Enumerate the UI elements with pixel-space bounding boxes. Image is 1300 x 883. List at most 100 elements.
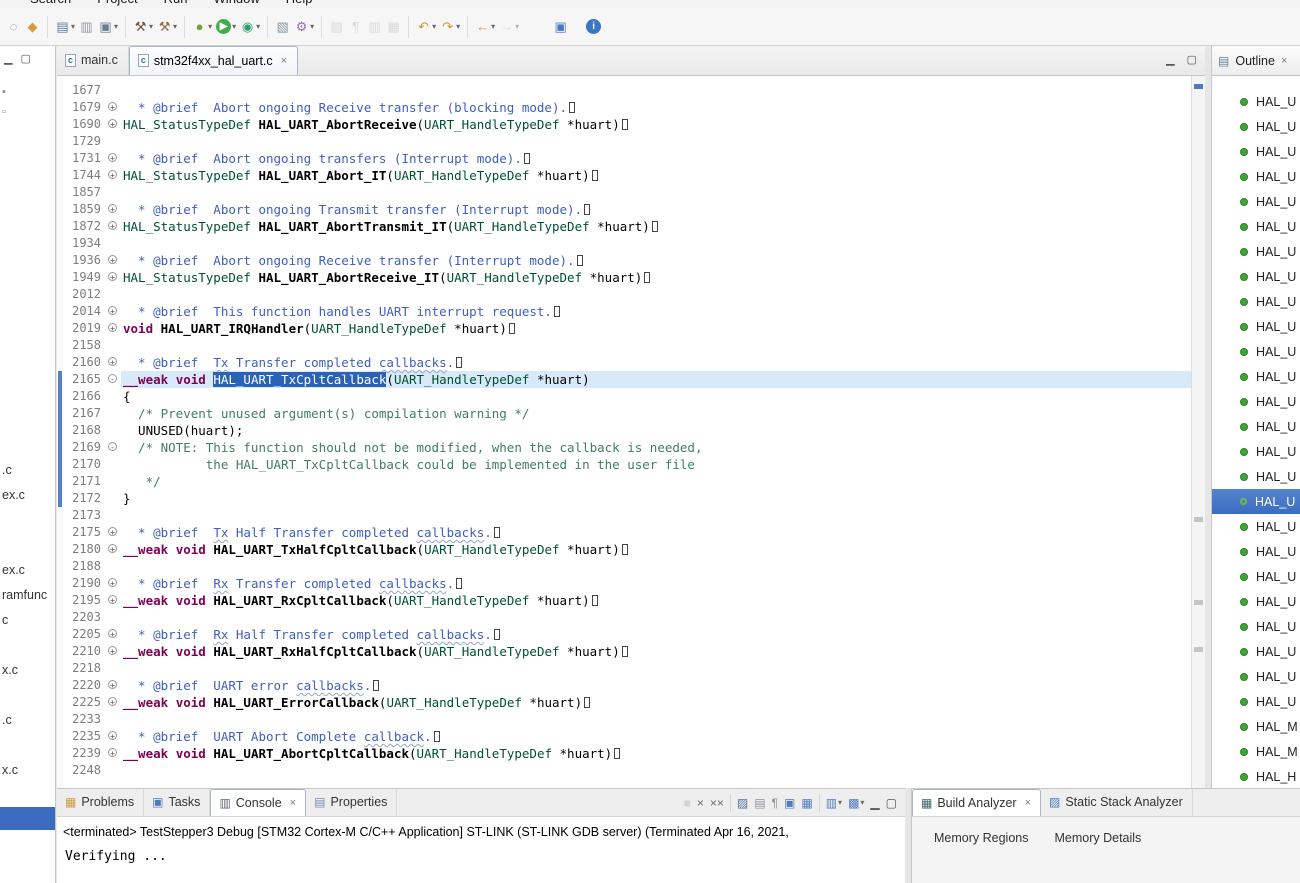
code-line[interactable]: * @brief Tx Transfer completed callbacks… — [121, 354, 1191, 371]
menu-item-search[interactable]: Search — [30, 0, 71, 6]
fold-collapsed-icon[interactable]: + — [108, 170, 117, 180]
code-line[interactable]: __weak void HAL_UART_TxHalfCpltCallback(… — [121, 541, 1191, 558]
dropdown-arrow-icon[interactable]: ▾ — [71, 22, 75, 31]
fold-collapsed-icon[interactable]: + — [108, 102, 117, 112]
code-line[interactable]: */ — [121, 473, 1191, 490]
build-settings-icon[interactable]: ⚙ ▾ — [292, 16, 316, 38]
dropdown-arrow-icon[interactable]: ▾ — [256, 22, 260, 31]
console-tab-properties[interactable]: ▤ Properties — [306, 789, 398, 816]
outline-item[interactable]: HAL_U — [1212, 414, 1300, 439]
code-line[interactable]: } — [121, 490, 1191, 507]
overview-mark[interactable] — [1194, 517, 1203, 522]
search-icon[interactable]: ◌ — [4, 16, 23, 38]
explorer-file-item[interactable]: c — [2, 613, 8, 627]
dropdown-arrow-icon[interactable]: ▾ — [208, 22, 212, 31]
outline-item[interactable]: HAL_U — [1212, 239, 1300, 264]
outline-item[interactable]: HAL_U — [1212, 314, 1300, 339]
run-icon[interactable]: ▶ ▾ — [214, 16, 238, 38]
maximize-icon[interactable]: ▢ — [20, 52, 30, 65]
code-line[interactable]: HAL_StatusTypeDef HAL_UART_AbortTransmit… — [121, 218, 1191, 235]
menu-item-window[interactable]: Window — [214, 0, 260, 6]
code-line[interactable]: /* Prevent unused argument(s) compilatio… — [121, 405, 1191, 422]
code-line[interactable] — [121, 558, 1191, 575]
dropdown-arrow-icon[interactable]: ▾ — [515, 22, 519, 31]
analyzer-tab-static-stack-analyzer[interactable]: ▨ Static Stack Analyzer — [1041, 789, 1193, 816]
dropdown-arrow-icon[interactable]: ▾ — [149, 22, 153, 31]
maximize-icon[interactable]: ▢ — [1187, 53, 1197, 66]
code-line[interactable]: HAL_StatusTypeDef HAL_UART_Abort_IT(UART… — [121, 167, 1191, 184]
dropdown-arrow-icon[interactable]: ▾ — [491, 22, 495, 31]
code-line[interactable]: __weak void HAL_UART_RxHalfCpltCallback(… — [121, 643, 1191, 660]
back-icon[interactable]: ← ▾ — [473, 16, 497, 38]
outline-item[interactable]: HAL_U — [1212, 189, 1300, 214]
save-icon[interactable]: ▣ ▾ — [96, 16, 120, 38]
scroll-lock-icon[interactable]: ▤ — [754, 797, 765, 809]
open-perspective-icon[interactable]: ▣ — [551, 16, 570, 38]
fold-collapsed-icon[interactable]: + — [108, 595, 117, 605]
outline-item[interactable]: HAL_U — [1212, 564, 1300, 589]
close-icon[interactable]: × — [1281, 55, 1287, 67]
code-line[interactable]: { — [121, 388, 1191, 405]
previous-edit-location-icon[interactable]: ↶ ▾ — [414, 16, 438, 38]
code-line[interactable] — [121, 609, 1191, 626]
editor-tab[interactable]: c main.c — [57, 46, 129, 75]
outline-item[interactable]: HAL_U — [1212, 89, 1300, 114]
fold-collapsed-icon[interactable]: + — [108, 272, 117, 282]
explorer-file-item[interactable]: ex.c — [2, 488, 25, 502]
build-all-icon[interactable]: ⚒ ▾ — [155, 16, 179, 38]
folding-ruler[interactable]: + + + + + + + + + + + - - + + + + + + + + + + — [106, 76, 121, 788]
minimize-icon[interactable]: ▁ — [4, 52, 12, 65]
dropdown-arrow-icon[interactable]: ▾ — [838, 798, 842, 807]
outline-item[interactable]: HAL_U — [1212, 639, 1300, 664]
outline-item[interactable]: HAL_U — [1212, 139, 1300, 164]
code-line[interactable]: * @brief Abort ongoing Receive transfer … — [121, 252, 1191, 269]
outline-item[interactable]: HAL_U — [1212, 264, 1300, 289]
fold-collapsed-icon[interactable]: + — [108, 204, 117, 214]
code-line[interactable] — [121, 286, 1191, 303]
fold-collapsed-icon[interactable]: + — [108, 646, 117, 656]
code-line[interactable]: UNUSED(huart); — [121, 422, 1191, 439]
code-area[interactable]: * @brief Abort ongoing Receive transfer … — [121, 76, 1191, 788]
code-line[interactable] — [121, 184, 1191, 201]
fold-collapsed-icon[interactable]: + — [108, 153, 117, 163]
outline-item[interactable]: HAL_U — [1212, 614, 1300, 639]
word-wrap-icon[interactable]: ¶ — [772, 797, 778, 809]
outline-title[interactable]: Outline — [1235, 54, 1275, 68]
fold-collapsed-icon[interactable]: + — [108, 544, 117, 554]
outline-item[interactable]: HAL_U — [1212, 689, 1300, 714]
fold-collapsed-icon[interactable]: + — [108, 697, 117, 707]
outline-item[interactable]: HAL_U — [1212, 439, 1300, 464]
build-icon[interactable]: ⚒ ▾ — [131, 16, 155, 38]
maximize-icon[interactable]: ▢ — [886, 797, 897, 809]
code-line[interactable]: the HAL_UART_TxCpltCallback could be imp… — [121, 456, 1191, 473]
code-line[interactable] — [121, 711, 1191, 728]
outline-item[interactable]: HAL_M — [1212, 739, 1300, 764]
code-line[interactable]: void HAL_UART_IRQHandler(UART_HandleType… — [121, 320, 1191, 337]
code-line[interactable]: * @brief Abort ongoing transfers (Interr… — [121, 150, 1191, 167]
next-edit-location-icon[interactable]: ↷ ▾ — [438, 16, 462, 38]
fold-collapsed-icon[interactable]: + — [108, 323, 117, 333]
code-line[interactable] — [121, 762, 1191, 779]
overview-mark[interactable] — [1194, 647, 1203, 652]
code-line[interactable]: * @brief UART error callbacks. — [121, 677, 1191, 694]
minimize-icon[interactable]: ▁ — [1166, 53, 1174, 66]
outline-item[interactable]: HAL_U — [1212, 464, 1300, 489]
explorer-file-item[interactable]: ramfunc — [2, 588, 47, 602]
fold-collapsed-icon[interactable]: + — [108, 731, 117, 741]
explorer-file-item[interactable]: ex.c — [2, 563, 25, 577]
explorer-file-item[interactable]: x.c — [2, 763, 18, 777]
remove-all-terminated-icon[interactable]: ×× — [710, 797, 724, 809]
display-selected-console-icon[interactable]: ▥ ▾ — [826, 797, 842, 809]
code-line[interactable] — [121, 235, 1191, 252]
outline-item[interactable]: HAL_U — [1212, 664, 1300, 689]
code-line[interactable]: * @brief Rx Half Transfer completed call… — [121, 626, 1191, 643]
fold-collapsed-icon[interactable]: + — [108, 119, 117, 129]
fold-collapsed-icon[interactable]: + — [108, 578, 117, 588]
show-console-on-output-icon[interactable]: ▦ — [801, 797, 812, 809]
console-tab-tasks[interactable]: ▣ Tasks — [144, 789, 211, 816]
close-icon[interactable]: × — [281, 55, 287, 67]
code-line[interactable] — [121, 133, 1191, 150]
pin-console-icon[interactable]: ▣ — [784, 797, 795, 809]
fold-collapsed-icon[interactable]: + — [108, 629, 117, 639]
overview-mark[interactable] — [1194, 600, 1203, 605]
